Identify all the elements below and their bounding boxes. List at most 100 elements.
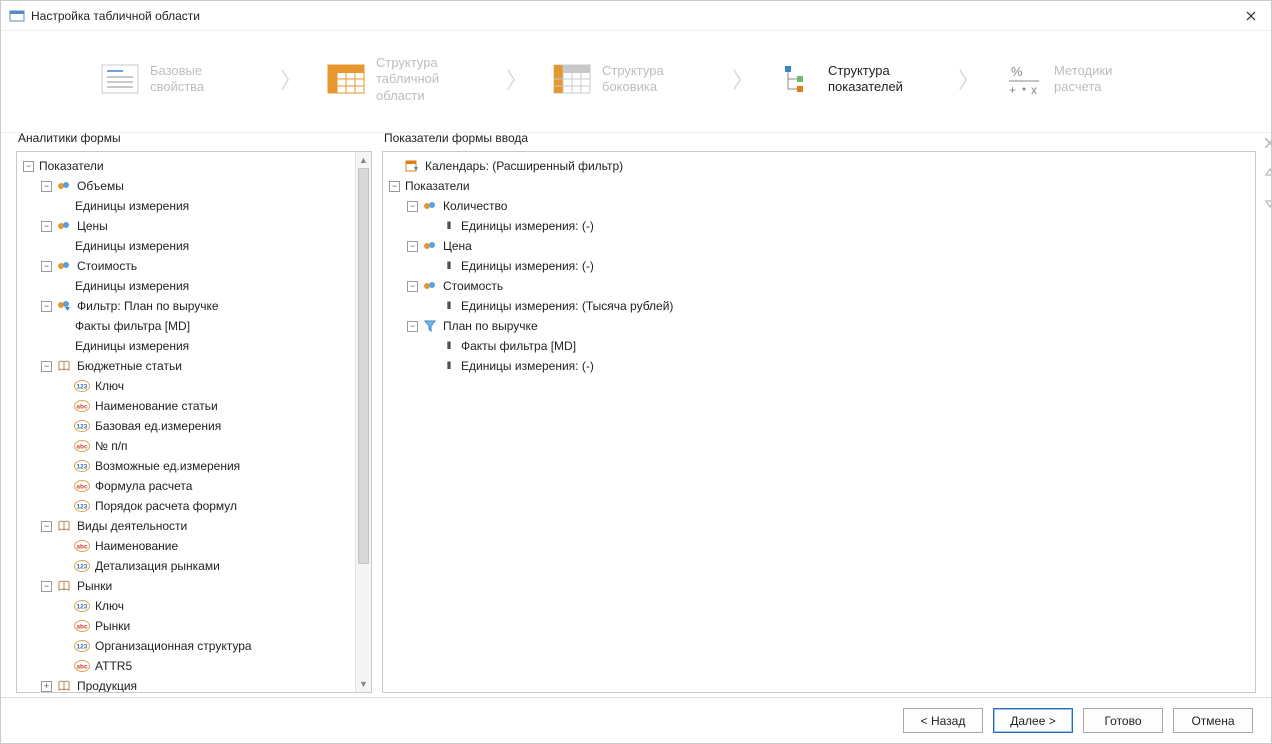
step-table-structure[interactable]: Структура табличной области bbox=[320, 49, 500, 110]
step-side-structure[interactable]: Структура боковика bbox=[546, 53, 726, 105]
tree-row[interactable]: Единицы измерения bbox=[23, 336, 355, 356]
tree-row[interactable]: −План по выручке bbox=[389, 316, 1255, 336]
tree-row[interactable]: Единицы измерения bbox=[23, 196, 355, 216]
expand-toggle[interactable]: − bbox=[23, 161, 34, 172]
move-down-button[interactable] bbox=[1262, 195, 1272, 211]
expand-toggle[interactable]: − bbox=[389, 181, 400, 192]
tree-row[interactable]: abc ATTR5 bbox=[23, 656, 355, 676]
back-button[interactable]: < Назад bbox=[903, 708, 983, 733]
tree-row[interactable]: −Рынки bbox=[23, 576, 355, 596]
calendar-icon bbox=[404, 158, 420, 174]
tree-row[interactable]: IIIЕдиницы измерения: (-) bbox=[389, 216, 1255, 236]
tree-row[interactable]: 123Порядок расчета формул bbox=[23, 496, 355, 516]
text-attr-icon: abc bbox=[74, 618, 90, 634]
move-up-button[interactable] bbox=[1262, 165, 1272, 181]
tree-row[interactable]: abcФормула расчета bbox=[23, 476, 355, 496]
tree-label: Факты фильтра [MD] bbox=[74, 319, 190, 333]
expand-toggle[interactable]: − bbox=[407, 281, 418, 292]
tree-row[interactable]: −Бюджетные статьи bbox=[23, 356, 355, 376]
tree-row[interactable]: abc№ п/п bbox=[23, 436, 355, 456]
expand-toggle[interactable]: − bbox=[407, 241, 418, 252]
tree-row[interactable]: abcРынки bbox=[23, 616, 355, 636]
tree-row[interactable]: 123Ключ bbox=[23, 376, 355, 396]
tree-row[interactable]: Единицы измерения bbox=[23, 276, 355, 296]
tree-row[interactable]: Факты фильтра [MD] bbox=[23, 316, 355, 336]
tree-label: Наименование статьи bbox=[94, 399, 218, 413]
bars-icon: III bbox=[440, 218, 456, 234]
svg-text:123: 123 bbox=[77, 644, 88, 651]
step-label: показателей bbox=[828, 79, 903, 95]
tree-row[interactable]: abcНаименование статьи bbox=[23, 396, 355, 416]
expand-toggle[interactable]: − bbox=[41, 581, 52, 592]
tree-label: Детализация рынками bbox=[94, 559, 220, 573]
scrollbar[interactable]: ▲ ▼ bbox=[355, 152, 371, 692]
formula-icon: % + x bbox=[1004, 59, 1044, 99]
book-icon bbox=[56, 358, 72, 374]
tree-row[interactable]: −Виды деятельности bbox=[23, 516, 355, 536]
text-attr-icon: abc bbox=[74, 658, 90, 674]
step-basic-properties[interactable]: Базовые свойства bbox=[94, 53, 274, 105]
expand-toggle[interactable]: − bbox=[407, 201, 418, 212]
tree-row[interactable]: −Количество bbox=[389, 196, 1255, 216]
expand-toggle[interactable]: − bbox=[41, 301, 52, 312]
bars-icon: III bbox=[440, 298, 456, 314]
tree-row[interactable]: −Цена bbox=[389, 236, 1255, 256]
close-button[interactable] bbox=[1239, 4, 1263, 28]
step-calc-methods[interactable]: % + x Методики расчета bbox=[998, 53, 1178, 105]
tree-row[interactable]: +Продукция bbox=[23, 676, 355, 692]
tree-row[interactable]: III Факты фильтра [MD] bbox=[389, 336, 1255, 356]
step-label: табличной bbox=[376, 71, 439, 87]
tree-row[interactable]: 123Ключ bbox=[23, 596, 355, 616]
expand-toggle[interactable]: − bbox=[407, 321, 418, 332]
tree-label: Показатели bbox=[404, 179, 470, 193]
scroll-up-icon[interactable]: ▲ bbox=[356, 152, 371, 168]
expand-toggle[interactable]: + bbox=[41, 681, 52, 692]
step-label: боковика bbox=[602, 79, 664, 95]
step-label: Структура bbox=[376, 55, 439, 71]
svg-text:abc: abc bbox=[76, 664, 88, 671]
scroll-thumb[interactable] bbox=[358, 168, 369, 564]
tree-row[interactable]: 123Возможные ед.измерения bbox=[23, 456, 355, 476]
cancel-button[interactable]: Отмена bbox=[1173, 708, 1253, 733]
tree-label: ATTR5 bbox=[94, 659, 132, 673]
bars-icon: III bbox=[440, 358, 456, 374]
tree-row[interactable]: −Стоимость bbox=[389, 276, 1255, 296]
indicators-tree[interactable]: Календарь: (Расширенный фильтр)−Показате… bbox=[382, 151, 1256, 693]
step-indicators-structure[interactable]: Структура показателей bbox=[772, 53, 952, 105]
finish-button[interactable]: Готово bbox=[1083, 708, 1163, 733]
indicator-icon bbox=[422, 238, 438, 254]
tree-row[interactable]: IIIЕдиницы измерения: (-) bbox=[389, 256, 1255, 276]
tree-row[interactable]: −Объемы bbox=[23, 176, 355, 196]
tree-row[interactable]: 123Базовая ед.измерения bbox=[23, 416, 355, 436]
tree-row[interactable]: Единицы измерения bbox=[23, 236, 355, 256]
tree-row[interactable]: −Цены bbox=[23, 216, 355, 236]
bars-icon: III bbox=[440, 338, 456, 354]
expand-toggle[interactable]: − bbox=[41, 221, 52, 232]
analytics-tree[interactable]: −Показатели−ОбъемыЕдиницы измерения−Цены… bbox=[16, 151, 372, 693]
indicator-icon bbox=[422, 198, 438, 214]
expand-toggle[interactable]: − bbox=[41, 361, 52, 372]
tree-row[interactable]: −Показатели bbox=[389, 176, 1255, 196]
svg-text:123: 123 bbox=[77, 384, 88, 391]
svg-text:abc: abc bbox=[76, 484, 88, 491]
expand-toggle[interactable]: − bbox=[41, 521, 52, 532]
tree-row[interactable]: −Показатели bbox=[23, 156, 355, 176]
svg-text:abc: abc bbox=[76, 544, 88, 551]
tree-label: Факты фильтра [MD] bbox=[460, 339, 576, 353]
titlebar: Настройка табличной области bbox=[1, 1, 1271, 31]
tree-row[interactable]: IIIЕдиницы измерения: (-) bbox=[389, 356, 1255, 376]
book-icon bbox=[56, 678, 72, 692]
expand-toggle[interactable]: − bbox=[41, 261, 52, 272]
tree-row[interactable]: 123Детализация рынками bbox=[23, 556, 355, 576]
tree-row[interactable]: Календарь: (Расширенный фильтр) bbox=[389, 156, 1255, 176]
tree-row[interactable]: −Фильтр: План по выручке bbox=[23, 296, 355, 316]
tree-row[interactable]: 123Организационная структура bbox=[23, 636, 355, 656]
next-button[interactable]: Далее > bbox=[993, 708, 1073, 733]
tree-row[interactable]: −Стоимость bbox=[23, 256, 355, 276]
number-attr-icon: 123 bbox=[74, 418, 90, 434]
tree-row[interactable]: IIIЕдиницы измерения: (Тысяча рублей) bbox=[389, 296, 1255, 316]
expand-toggle[interactable]: − bbox=[41, 181, 52, 192]
tree-row[interactable]: abcНаименование bbox=[23, 536, 355, 556]
scroll-down-icon[interactable]: ▼ bbox=[356, 676, 371, 692]
delete-button[interactable] bbox=[1262, 135, 1272, 151]
